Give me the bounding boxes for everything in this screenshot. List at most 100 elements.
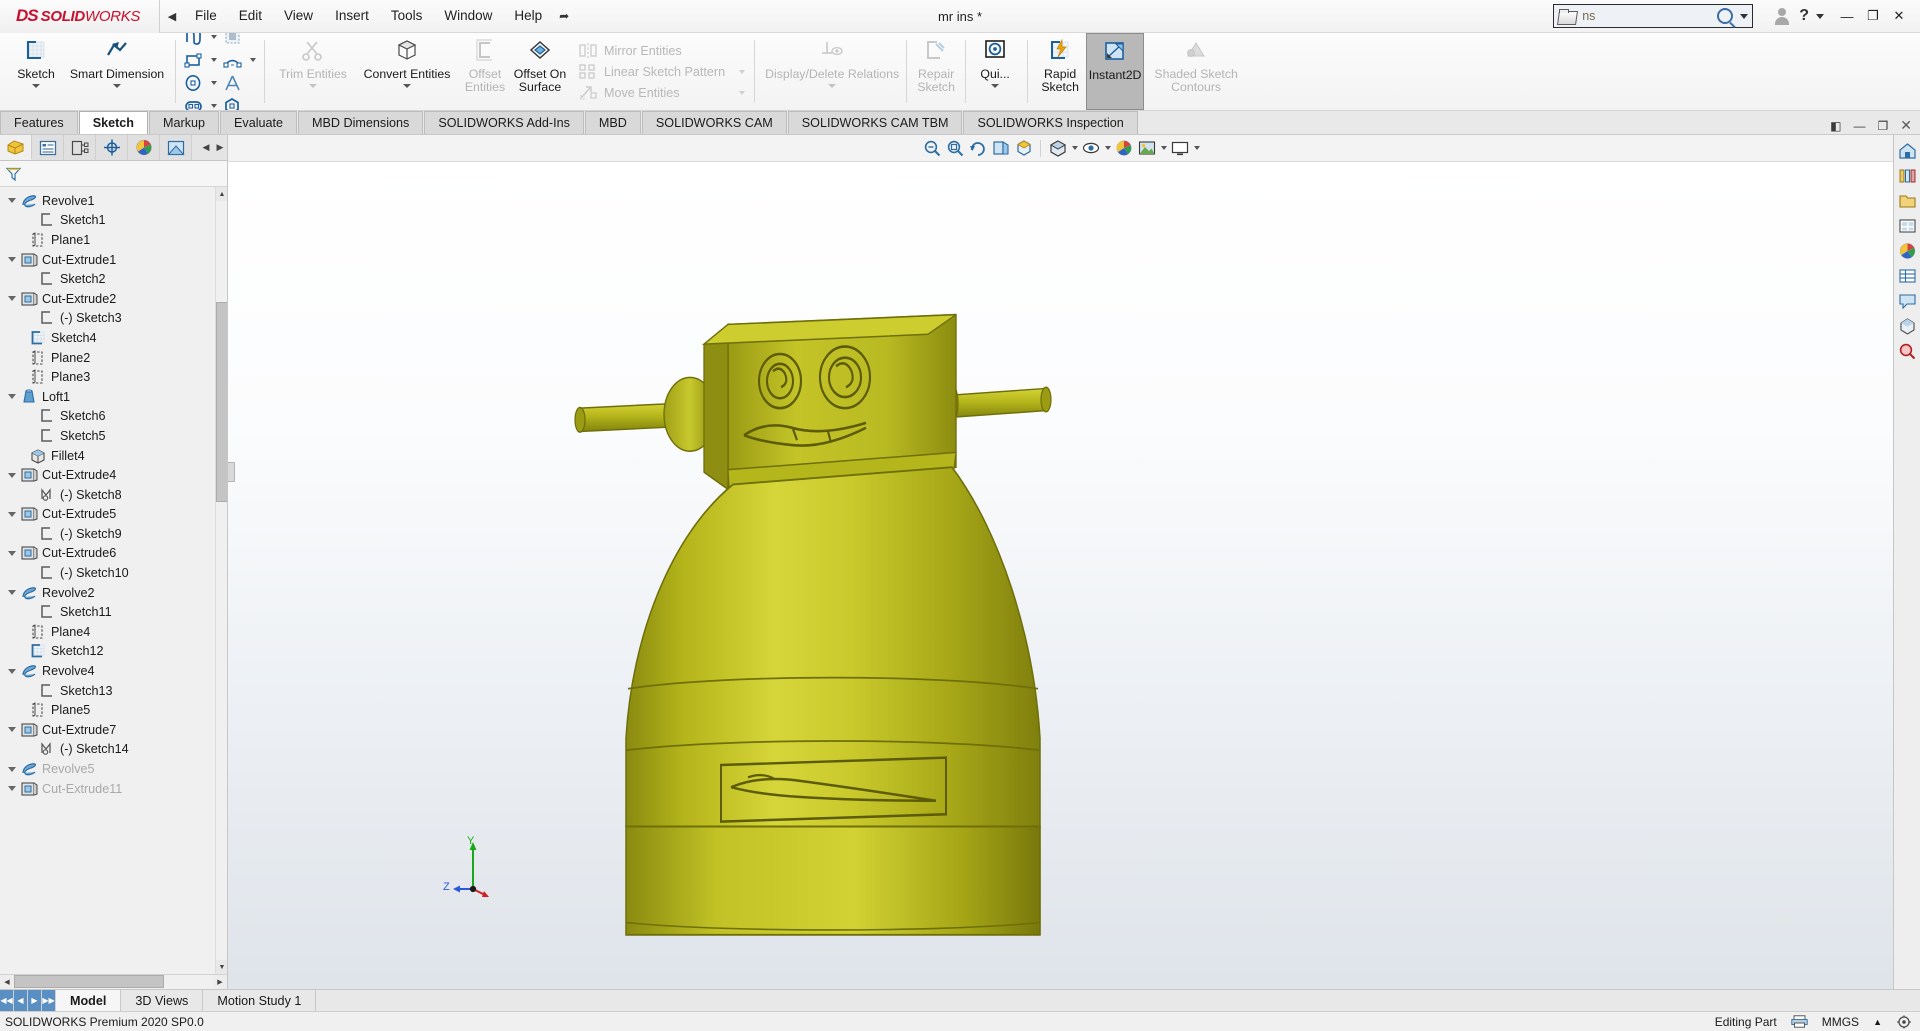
sketch-dropdown-caret-icon[interactable] (32, 84, 40, 88)
hscroll-left-icon[interactable]: ◀ (0, 975, 14, 989)
quick-snaps-button[interactable]: Qui... (969, 33, 1021, 110)
nav-first-icon[interactable]: ◀◀ (0, 990, 14, 1011)
sketch-button[interactable]: Sketch (7, 33, 65, 110)
instant2d-button[interactable]: Instant2D (1086, 33, 1144, 110)
appearances-tab[interactable] (160, 135, 192, 160)
offset-entities-button[interactable]: Offset Entities (459, 33, 511, 110)
menu-item-edit[interactable]: Edit (228, 3, 273, 29)
tree-expander-icon[interactable] (4, 198, 20, 203)
arc-dropdown-caret-icon[interactable] (246, 49, 259, 71)
scroll-down-icon[interactable]: ▼ (216, 960, 227, 974)
convert-entities-dropdown-caret-icon[interactable] (403, 84, 411, 88)
user-account-icon[interactable] (1775, 8, 1789, 25)
tab-solidworks-cam[interactable]: SOLIDWORKS CAM (642, 111, 787, 134)
view-settings-dropdown-caret-icon[interactable] (1194, 146, 1200, 150)
feature-tree-horizontal-scrollbar[interactable]: ◀ ▶ (0, 974, 227, 989)
hscroll-thumb[interactable] (14, 975, 164, 988)
linear-sketch-pattern-button[interactable]: Linear Sketch Pattern (574, 61, 749, 82)
feature-tree-item-revolve2[interactable]: Revolve2 (0, 583, 227, 603)
feature-tree-item-sketch12[interactable]: Sketch12 (0, 642, 227, 662)
window-minimize-icon[interactable]: — (1852, 119, 1868, 133)
scroll-thumb[interactable] (216, 302, 227, 502)
feature-tree-item-cut-extrude1[interactable]: Cut-Extrude1 (0, 250, 227, 270)
rectangle-tool-button[interactable] (181, 49, 207, 71)
feature-tree-item-cut-extrude11[interactable]: Cut-Extrude11 (0, 779, 227, 799)
nav-prev-icon[interactable]: ◀ (14, 990, 28, 1011)
display-style-dropdown-caret-icon[interactable] (1072, 146, 1078, 150)
feature-manager-design-tree-tab[interactable] (0, 135, 32, 160)
display-delete-relations-dropdown-caret-icon[interactable] (828, 84, 836, 88)
feature-tree-item-sketch9[interactable]: (-) Sketch9 (0, 524, 227, 544)
doc-tab-3d-views[interactable]: 3D Views (121, 990, 203, 1011)
display-manager-tab[interactable] (128, 135, 160, 160)
zoom-to-area-icon[interactable] (944, 138, 965, 159)
tree-expander-icon[interactable] (4, 512, 20, 517)
shaded-sketch-contours-button[interactable]: Shaded Sketch Contours (1144, 33, 1248, 110)
search-dropdown-caret-icon[interactable] (1740, 14, 1748, 19)
slot-tool-button[interactable] (181, 95, 207, 111)
nav-next-icon[interactable]: ▶ (28, 990, 42, 1011)
solidworks-logo[interactable]: DS SOLIDWORKS (0, 0, 160, 33)
smart-dimension-button[interactable]: Smart Dimension (65, 33, 169, 110)
render-tools-icon[interactable] (1896, 314, 1919, 337)
tree-expander-icon[interactable] (4, 727, 20, 732)
tree-expander-icon[interactable] (4, 296, 20, 301)
tab-markup[interactable]: Markup (149, 111, 219, 134)
apply-scene-icon[interactable] (1136, 138, 1157, 159)
tree-expander-icon[interactable] (4, 590, 20, 595)
tab-scroll-right-icon[interactable]: ▶ (213, 135, 227, 160)
hscroll-track[interactable] (14, 975, 213, 989)
menu-item-view[interactable]: View (273, 3, 324, 29)
feature-tree-item-sketch5[interactable]: Sketch5 (0, 426, 227, 446)
repair-sketch-button[interactable]: Repair Sketch (910, 33, 962, 110)
ellipse-dropdown-caret-icon[interactable] (207, 72, 220, 94)
tab-sketch[interactable]: Sketch (79, 111, 148, 134)
tab-solidworks-inspection[interactable]: SOLIDWORKS Inspection (963, 111, 1137, 134)
search-box[interactable]: ns (1553, 4, 1753, 28)
feature-tree-scrollbar[interactable]: ▲ ▼ (215, 187, 227, 974)
tree-expander-icon[interactable] (4, 473, 20, 478)
smart-dimension-dropdown-caret-icon[interactable] (113, 84, 121, 88)
custom-properties-icon[interactable] (1896, 264, 1919, 287)
feature-tree-item-cut-extrude6[interactable]: Cut-Extrude6 (0, 544, 227, 564)
edit-appearance-icon[interactable] (1113, 138, 1134, 159)
filter-icon[interactable] (6, 167, 21, 181)
feature-tree-item-sketch11[interactable]: Sketch11 (0, 602, 227, 622)
tab-solidworks-cam-tbm[interactable]: SOLIDWORKS CAM TBM (788, 111, 963, 134)
solidworks-forum-icon[interactable] (1896, 289, 1919, 312)
rapid-sketch-button[interactable]: Rapid Sketch (1034, 33, 1086, 110)
feature-tree-item-plane1[interactable]: Plane1 (0, 230, 227, 250)
menu-item-insert[interactable]: Insert (324, 3, 380, 29)
feature-tree-item-cut-extrude5[interactable]: Cut-Extrude5 (0, 505, 227, 525)
feature-tree-item-plane2[interactable]: Plane2 (0, 348, 227, 368)
feature-tree-item-sketch4[interactable]: Sketch4 (0, 328, 227, 348)
spline-dropdown-caret-icon[interactable] (207, 33, 220, 48)
view-orientation-icon[interactable] (1013, 138, 1034, 159)
feature-tree-item-sketch3[interactable]: (-) Sketch3 (0, 309, 227, 329)
feature-tree-item-sketch2[interactable]: Sketch2 (0, 269, 227, 289)
zoom-to-fit-icon[interactable] (921, 138, 942, 159)
hscroll-right-icon[interactable]: ▶ (213, 975, 227, 989)
printer-icon[interactable] (1791, 1015, 1808, 1028)
feature-tree-item-revolve1[interactable]: Revolve1 (0, 191, 227, 211)
mirror-entities-button[interactable]: Mirror Entities (574, 40, 749, 61)
feature-tree-item-loft1[interactable]: Loft1 (0, 387, 227, 407)
doc-tab-motion-study-1[interactable]: Motion Study 1 (203, 990, 316, 1011)
tree-expander-icon[interactable] (4, 669, 20, 674)
tab-solidworks-add-ins[interactable]: SOLIDWORKS Add-Ins (424, 111, 584, 134)
feature-tree-item-sketch8[interactable]: (-) Sketch8 (0, 485, 227, 505)
arc-tool-button[interactable] (220, 49, 246, 71)
feature-tree-item-sketch10[interactable]: (-) Sketch10 (0, 563, 227, 583)
feature-tree-item-cut-extrude7[interactable]: Cut-Extrude7 (0, 720, 227, 740)
tree-expander-icon[interactable] (4, 786, 20, 791)
pin-menu-icon[interactable]: ➦ (559, 9, 569, 23)
hide-show-items-icon[interactable] (1080, 138, 1101, 159)
feature-tree-filter-row[interactable] (0, 161, 227, 187)
menu-item-file[interactable]: File (184, 3, 228, 29)
tab-mbd-dimensions[interactable]: MBD Dimensions (298, 111, 423, 134)
display-delete-relations-button[interactable]: Display/Delete Relations (761, 33, 903, 110)
tree-expander-icon[interactable] (4, 767, 20, 772)
menu-collapse-arrow-icon[interactable]: ◀ (160, 10, 184, 23)
feature-tree[interactable]: Revolve1Sketch1Plane1Cut-Extrude1Sketch2… (0, 187, 227, 974)
dimxpert-manager-tab[interactable] (96, 135, 128, 160)
